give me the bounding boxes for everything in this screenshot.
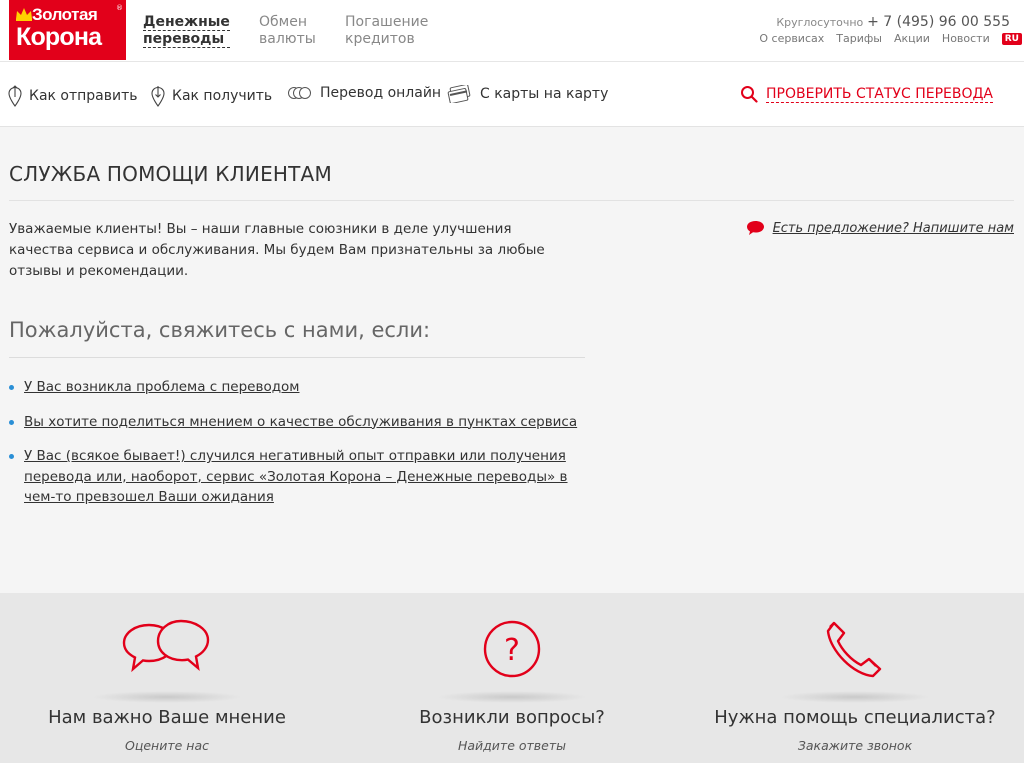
subnav-card-to-card[interactable]: С карты на карту xyxy=(447,85,608,103)
feature-subtitle: Закажите звонок xyxy=(797,738,913,753)
feature-subtitle: Найдите ответы xyxy=(457,738,567,753)
language-switch[interactable]: RU xyxy=(1001,32,1022,45)
feature-title: Нам важно Ваше мнение xyxy=(48,707,286,728)
feature-title: Нужна помощь специалиста? xyxy=(714,707,996,728)
hotline-phone[interactable]: + 7 (495) 96 00 555 xyxy=(867,14,1010,30)
nav-money-transfers[interactable]: Денежные переводы xyxy=(143,14,230,48)
icon-shadow xyxy=(780,691,930,703)
speech-bubble-icon xyxy=(746,221,764,235)
icon-shadow xyxy=(437,691,587,703)
reasons-list: У Вас возникла проблема с переводом Вы х… xyxy=(9,377,589,522)
feature-feedback[interactable]: Нам важно Ваше мнение Оцените нас xyxy=(17,593,317,763)
link-news[interactable]: Новости xyxy=(942,32,990,45)
page-title: СЛУЖБА ПОМОЩИ КЛИЕНТАМ xyxy=(9,162,332,186)
coins-icon xyxy=(288,87,311,99)
contact-title: Пожалуйста, свяжитесь с нами, если: xyxy=(9,318,431,342)
search-icon xyxy=(741,86,758,103)
check-transfer-status-link[interactable]: ПРОВЕРИТЬ СТАТУС ПЕРЕВОДА xyxy=(740,85,993,103)
list-item: Вы хотите поделиться мнением о качестве … xyxy=(9,412,589,433)
link-tariffs[interactable]: Тарифы xyxy=(836,32,882,45)
logo-line1: Золотая xyxy=(32,5,98,24)
top-links: О сервисах Тарифы Акции Новости RU xyxy=(759,32,1022,45)
list-item: У Вас возникла проблема с переводом xyxy=(9,377,589,398)
features-section: Нам важно Ваше мнение Оцените нас ? Возн… xyxy=(0,593,1024,763)
bullet-icon xyxy=(9,385,14,390)
sub-navigation: Как отправить Как получить Перевод онлай… xyxy=(0,62,1024,127)
nav-loan-repayment[interactable]: Погашение кредитов xyxy=(345,14,428,48)
hotline: Круглосуточно + 7 (495) 96 00 555 xyxy=(776,14,1010,30)
phone-icon xyxy=(826,621,882,678)
feature-specialist[interactable]: Нужна помощь специалиста? Закажите звоно… xyxy=(705,593,1005,763)
link-promotions[interactable]: Акции xyxy=(894,32,930,45)
speech-bubbles-icon xyxy=(122,619,210,673)
main-content: СЛУЖБА ПОМОЩИ КЛИЕНТАМ Уважаемые клиенты… xyxy=(0,127,1024,593)
intro-text: Уважаемые клиенты! Вы – наши главные сою… xyxy=(9,221,545,279)
question-circle-icon: ? xyxy=(483,620,541,678)
logo-registered: ® xyxy=(116,4,123,12)
receive-pin-icon xyxy=(151,86,165,107)
subnav-how-to-send[interactable]: Как отправить xyxy=(8,85,138,107)
subnav-how-to-receive[interactable]: Как получить xyxy=(151,85,272,107)
link-about-services[interactable]: О сервисах xyxy=(759,32,824,45)
card-icon xyxy=(447,85,471,103)
subnav-online-transfer[interactable]: Перевод онлайн xyxy=(287,85,441,101)
bullet-icon xyxy=(9,419,14,425)
icon-shadow xyxy=(92,691,242,703)
reason-link-transfer-problem[interactable]: У Вас возникла проблема с переводом xyxy=(24,379,299,395)
reason-link-service-feedback[interactable]: Вы хотите поделиться мнением о качестве … xyxy=(24,414,577,430)
feature-title: Возникли вопросы? xyxy=(419,707,605,728)
reason-link-experience[interactable]: У Вас (всякое бывает!) случился негативн… xyxy=(24,448,568,505)
crown-icon xyxy=(16,8,32,21)
contact-divider xyxy=(9,357,585,358)
list-item: У Вас (всякое бывает!) случился негативн… xyxy=(9,446,589,508)
feature-questions[interactable]: ? Возникли вопросы? Найдите ответы xyxy=(362,593,662,763)
bullet-icon xyxy=(9,454,14,459)
suggestion-link[interactable]: Есть предложение? Напишите нам xyxy=(746,220,1014,236)
header: Золотая Корона ® Денежные переводы Обмен… xyxy=(0,0,1024,62)
nav-currency-exchange[interactable]: Обмен валюты xyxy=(259,14,316,48)
send-pin-icon xyxy=(8,85,22,107)
logo-line2: Корона xyxy=(16,23,102,51)
title-divider xyxy=(9,200,1014,201)
hotline-label: Круглосуточно xyxy=(776,16,864,29)
svg-text:?: ? xyxy=(504,633,520,668)
logo[interactable]: Золотая Корона ® xyxy=(9,0,126,60)
feature-subtitle: Оцените нас xyxy=(125,738,209,753)
